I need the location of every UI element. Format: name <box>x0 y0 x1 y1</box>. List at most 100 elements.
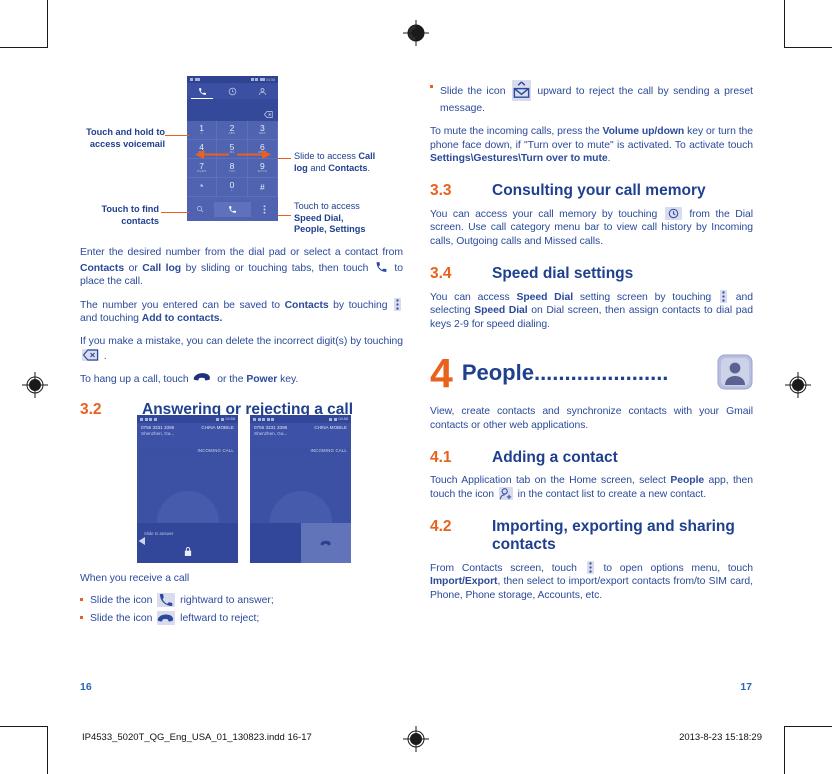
annotation-line: Touch to access <box>294 201 360 211</box>
dialpad-key[interactable]: 1 ∞ <box>187 121 218 140</box>
annotation-voicemail: Touch and hold to access voicemail <box>85 127 165 150</box>
call-button[interactable] <box>213 201 252 217</box>
tab-contacts[interactable] <box>248 83 278 99</box>
heading-title: Consulting your call memory <box>492 181 706 199</box>
key-letters: WXYZ <box>257 169 268 174</box>
arrow-left-icon <box>138 537 145 545</box>
answer-call-icon <box>157 592 176 607</box>
dialpad-keys[interactable]: 1∞ 2ABC 3DEF 4GHI 5JKL 6MNO 7PQRS 8TUV 9… <box>187 121 278 197</box>
key-letters: ∞ <box>200 131 203 136</box>
reject-button[interactable] <box>300 523 351 563</box>
registration-mark-right <box>785 372 811 398</box>
slide-left-arrow <box>195 150 229 159</box>
heading-title-line1: Importing, exporting and sharing <box>492 517 735 535</box>
status-icon <box>149 417 152 421</box>
status-icon <box>253 417 256 421</box>
status-right-icons: 04:58 <box>250 78 275 82</box>
dialer-tab-bar[interactable] <box>187 83 278 99</box>
key-letters: JKL <box>229 150 235 155</box>
annotation-speed-dial: Touch to access Speed Dial, People, Sett… <box>294 201 398 236</box>
heading-number: 4.2 <box>430 517 452 535</box>
registration-mark-left <box>22 372 48 398</box>
key-digit: * <box>200 182 204 192</box>
backspace-icon <box>82 348 99 361</box>
delete-icon[interactable] <box>263 105 273 123</box>
status-right-icons: 04:58 <box>329 417 348 421</box>
clock-icon <box>228 87 237 95</box>
key-letters: DEF <box>259 131 266 136</box>
crop-mark-top-right-v <box>784 0 785 48</box>
status-clock: 04:58 <box>225 417 235 421</box>
overflow-menu-button[interactable] <box>251 204 278 214</box>
footer-timestamp: 2013-8-23 15:18:29 <box>679 732 762 743</box>
heading-title: Adding a contact <box>492 448 618 466</box>
lock-icon[interactable] <box>184 546 192 558</box>
search-contacts-button[interactable] <box>187 205 214 213</box>
status-left-icons <box>140 417 157 421</box>
paragraph-adding-contact: Touch Application tab on the Home screen… <box>430 474 753 501</box>
key-letters: ABC <box>228 131 236 136</box>
status-icon <box>262 417 265 421</box>
status-bar: 04:58 <box>137 415 238 423</box>
dialpad-key[interactable]: 8 TUV <box>217 159 248 178</box>
status-right-icons: 04:58 <box>216 417 235 421</box>
heading-3-4: 3.4 Speed dial settings <box>430 265 753 283</box>
chapter-number: 4 <box>430 349 453 396</box>
tab-call-log[interactable] <box>217 83 247 99</box>
bullet-dot <box>430 85 433 88</box>
slide-to-answer-area[interactable]: Slide to answer <box>137 523 238 563</box>
page-number-right: 17 <box>740 681 752 693</box>
paragraph-call-memory: You can access your call memory by touch… <box>430 206 753 247</box>
status-left-icons <box>253 417 274 421</box>
dialpad-key[interactable]: 9 WXYZ <box>247 159 278 178</box>
bullet-preset-message: Slide the icon upward to reject the call… <box>430 80 753 116</box>
dialpad-key[interactable]: # <box>247 178 278 197</box>
status-icon <box>257 417 261 421</box>
key-letters: + <box>231 188 233 193</box>
signal-icon <box>216 417 220 421</box>
crop-mark-bottom-right-v <box>784 726 785 774</box>
carrier-label: CHINA MOBILE <box>314 425 347 430</box>
annotation-line: Touch and hold to <box>86 127 165 137</box>
dialpad-screenshot-figure: 04:58 1 ∞ 2 ABC 3 DEF 4 5 JKL 6 7 PQRS 8… <box>187 76 278 221</box>
people-icon <box>717 354 753 390</box>
heading-4-1: 4.1 Adding a contact <box>430 449 753 467</box>
annotation-line: contacts <box>121 215 159 226</box>
incoming-call-screenshots: 04:58 0755 3331 3395 Shenzhen, Ga... CHI… <box>137 415 351 563</box>
three-dots-icon <box>586 560 594 574</box>
chapter-heading-4: 4 People...................... <box>430 351 753 395</box>
dialpad-key[interactable]: 0 + <box>217 178 248 197</box>
dialpad-key[interactable]: 2 ABC <box>217 121 248 140</box>
phone-icon <box>229 205 236 213</box>
heading-title-line2: contacts <box>492 535 556 553</box>
dialer-action-bar[interactable] <box>187 197 278 221</box>
dialpad-key[interactable]: 7 PQRS <box>187 159 218 178</box>
footer-filename: IP4533_5020T_QG_Eng_USA_01_130823.indd 1… <box>82 732 312 743</box>
paragraph-hang-up: To hang up a call, touch or the Power ke… <box>80 372 299 386</box>
heading-title: Speed dial settings <box>492 264 634 282</box>
paragraph-save-number: The number you entered can be saved to C… <box>80 297 403 326</box>
crop-mark-top-left-v <box>47 0 48 48</box>
battery-icon <box>259 78 265 81</box>
leader-line-voicemail <box>165 135 189 136</box>
incoming-call-screen-reject: 04:58 0755 3331 3395 Shenzhen, Ga... CHI… <box>250 415 351 563</box>
status-left-icons <box>190 78 200 81</box>
reject-drop-area[interactable] <box>250 523 301 563</box>
hang-up-icon <box>193 372 212 383</box>
chapter-title-with-dots: People...................... <box>462 361 669 385</box>
incoming-call-actions[interactable] <box>250 523 351 563</box>
heading-3-3: 3.3 Consulting your call memory <box>430 182 753 200</box>
dialpad-key[interactable]: * <box>187 178 218 197</box>
paragraph-enter-number: Enter the desired number from the dial p… <box>80 247 403 288</box>
heading-number: 3.4 <box>430 264 452 282</box>
dialer-number-field[interactable] <box>187 99 278 121</box>
crop-mark-bottom-left-v <box>47 726 48 774</box>
incoming-call-actions[interactable]: Slide to answer <box>137 523 238 563</box>
bullet-reject: Slide the icon leftward to reject; <box>80 610 403 626</box>
annotation-line: Touch to find <box>101 204 160 214</box>
signal-icon <box>329 417 333 421</box>
dialpad-key[interactable]: 3 DEF <box>247 121 278 140</box>
three-dots-icon <box>719 289 727 303</box>
bullet-answer: Slide the icon rightward to answer; <box>80 592 403 608</box>
message-reject-icon <box>511 80 531 101</box>
